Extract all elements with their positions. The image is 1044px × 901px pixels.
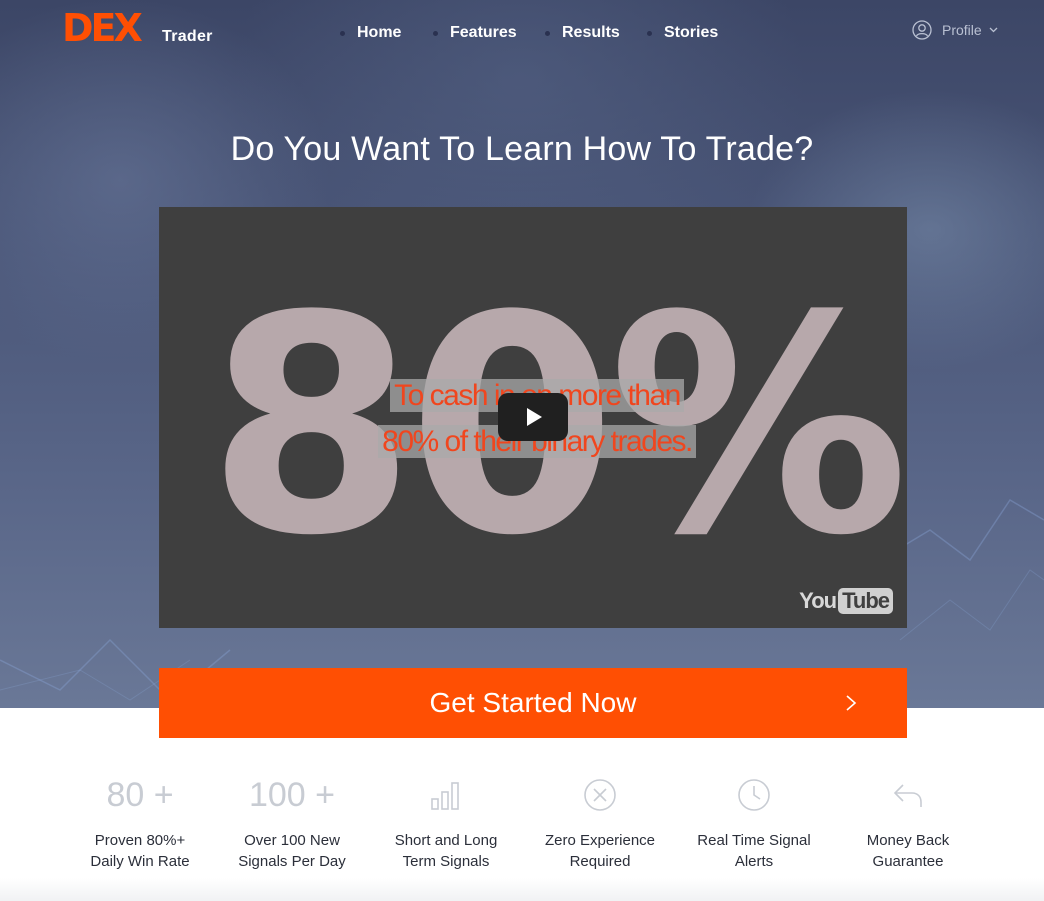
feature-label-line: Signals Per Day bbox=[238, 853, 346, 870]
feature-label-line: Daily Win Rate bbox=[90, 853, 190, 870]
feature-label-line: Required bbox=[569, 853, 631, 870]
feature-label: Over 100 New Signals Per Day bbox=[212, 830, 372, 872]
dex-logo-mark: DEX bbox=[62, 9, 146, 45]
feature-label-line: Proven 80%+ bbox=[94, 832, 186, 849]
feature-icon-wrap bbox=[828, 770, 988, 820]
chevron-down-icon bbox=[989, 27, 998, 33]
nav-item-features[interactable]: Features bbox=[433, 24, 517, 42]
brand-sub-label: Trader bbox=[162, 28, 213, 45]
nav-label: Stories bbox=[664, 24, 719, 41]
feature-label-line: Short and Long bbox=[394, 832, 498, 849]
nav-item-results[interactable]: Results bbox=[545, 24, 620, 42]
x-circle-icon bbox=[584, 779, 616, 811]
feature-stat: 100 + bbox=[248, 775, 336, 814]
youtube-logo-tube: Tube bbox=[838, 588, 893, 614]
feature-icon-wrap bbox=[366, 770, 526, 820]
nav-label: Home bbox=[357, 24, 402, 41]
nav-bullet bbox=[340, 30, 345, 36]
feature-label-line: Alerts bbox=[734, 853, 774, 870]
page-headline: Do You Want To Learn How To Trade? bbox=[230, 130, 814, 168]
clock-icon bbox=[738, 779, 770, 811]
svg-text:DEX: DEX bbox=[62, 9, 143, 45]
feature-label: Proven 80%+ Daily Win Rate bbox=[60, 830, 220, 872]
feature-label: Real Time Signal Alerts bbox=[674, 830, 834, 872]
feature-win-rate: 80 + Proven 80%+ Daily Win Rate bbox=[60, 770, 220, 872]
feature-real-time-alerts: Real Time Signal Alerts bbox=[674, 770, 834, 872]
profile-menu[interactable]: Profile bbox=[912, 20, 998, 40]
nav-bullet bbox=[545, 30, 550, 36]
chevron-right-icon bbox=[846, 695, 857, 711]
profile-label: Profile bbox=[942, 22, 982, 38]
feature-signals-per-day: 100 + Over 100 New Signals Per Day bbox=[212, 770, 372, 872]
nav-label: Features bbox=[450, 24, 517, 41]
feature-term-signals: Short and Long Term Signals bbox=[366, 770, 526, 872]
video-player[interactable]: 80% To cash in on more than 80% of their… bbox=[159, 207, 907, 628]
get-started-button[interactable]: Get Started Now bbox=[159, 668, 907, 738]
youtube-logo[interactable]: You Tube bbox=[799, 588, 893, 614]
user-circle-icon bbox=[912, 20, 932, 40]
brand-logo[interactable]: DEX Trader bbox=[62, 9, 222, 49]
feature-label-line: Real Time Signal bbox=[697, 832, 811, 849]
nav-bullet bbox=[647, 30, 652, 36]
feature-label: Money Back Guarantee bbox=[828, 830, 988, 872]
play-button[interactable] bbox=[498, 393, 568, 441]
feature-label: Zero Experience Required bbox=[520, 830, 680, 872]
youtube-logo-you: You bbox=[799, 588, 837, 613]
feature-money-back: Money Back Guarantee bbox=[828, 770, 988, 872]
feature-label-line: Term Signals bbox=[402, 853, 490, 870]
feature-icon-wrap bbox=[674, 770, 834, 820]
features-row: 80 + Proven 80%+ Daily Win Rate 100 + Ov… bbox=[60, 770, 984, 880]
feature-label: Short and Long Term Signals bbox=[366, 830, 526, 872]
nav-label: Results bbox=[562, 24, 620, 41]
undo-arrow-icon bbox=[893, 784, 922, 807]
nav-item-home[interactable]: Home bbox=[340, 24, 401, 42]
bar-chart-icon bbox=[431, 782, 459, 810]
get-started-label: Get Started Now bbox=[429, 687, 637, 718]
feature-label-line: Zero Experience bbox=[544, 832, 656, 849]
feature-zero-experience: Zero Experience Required bbox=[520, 770, 680, 872]
nav-item-stories[interactable]: Stories bbox=[647, 24, 718, 42]
nav-bullet bbox=[433, 30, 438, 36]
feature-stat: 80 + bbox=[106, 775, 174, 814]
feature-label-line: Guarantee bbox=[872, 853, 944, 870]
play-icon bbox=[527, 408, 542, 426]
feature-label-line: Over 100 New bbox=[244, 832, 340, 849]
feature-label-line: Money Back bbox=[866, 832, 950, 849]
feature-icon-wrap bbox=[520, 770, 680, 820]
bottom-shade bbox=[0, 878, 1044, 901]
